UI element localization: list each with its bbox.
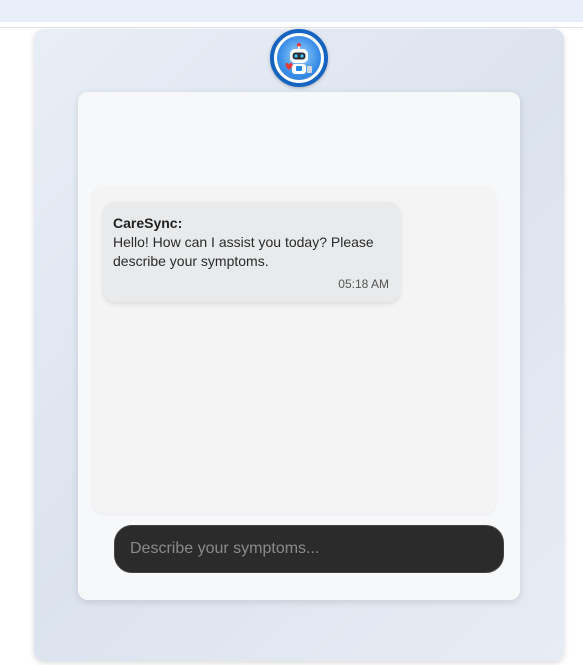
bot-avatar: [270, 29, 328, 87]
chat-card: CareSync: Hello! How can I assist you to…: [78, 92, 520, 600]
message-text: Hello! How can I assist you today? Pleas…: [113, 234, 374, 269]
message-sender: CareSync:: [113, 215, 183, 231]
message-list[interactable]: CareSync: Hello! How can I assist you to…: [93, 187, 495, 513]
bot-message-bubble: CareSync: Hello! How can I assist you to…: [103, 202, 400, 302]
message-timestamp: 05:18 AM: [338, 277, 389, 291]
robot-doctor-icon: [277, 36, 321, 80]
symptom-input[interactable]: [115, 526, 503, 572]
symptom-input-wrapper: [114, 525, 504, 573]
browser-top-bar: [0, 0, 583, 22]
divider: [0, 27, 583, 28]
